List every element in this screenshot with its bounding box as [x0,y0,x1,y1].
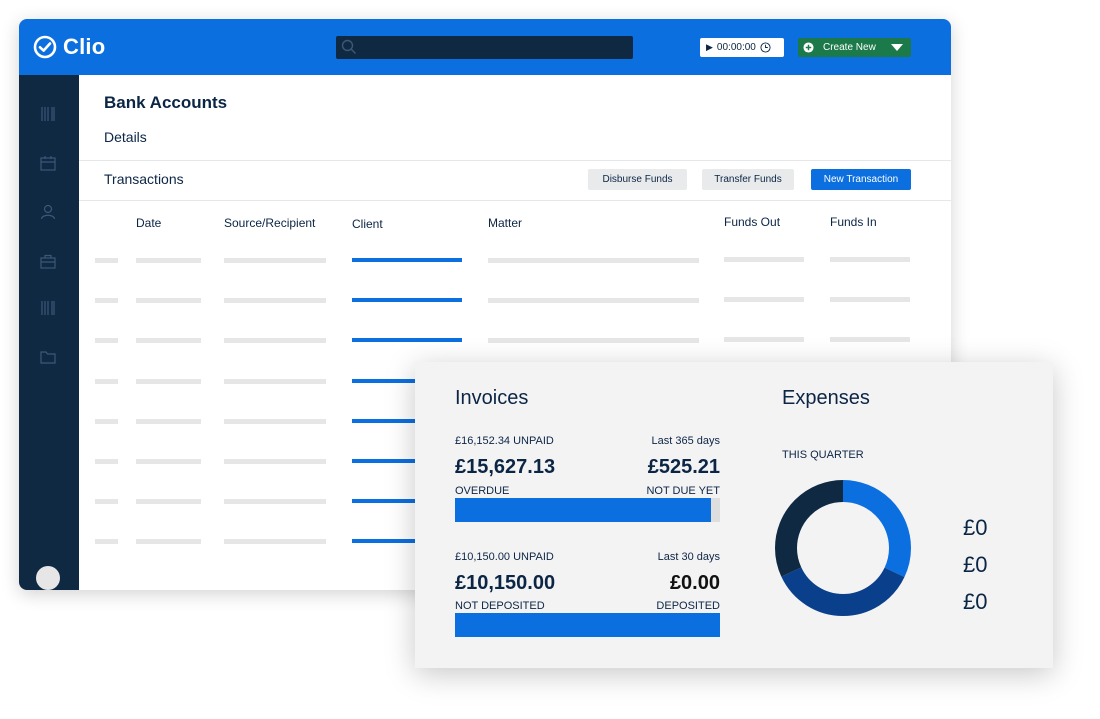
cell-placeholder [136,258,201,263]
cell-placeholder [95,298,118,304]
cell-placeholder [724,297,804,303]
not-deposited-label: NOT DEPOSITED [455,600,545,612]
calendar-icon[interactable] [39,154,57,172]
not-deposited-amount: £10,150.00 [455,572,556,594]
client-link-placeholder[interactable] [352,258,462,262]
sidebar-barcode-icon[interactable] [39,105,57,123]
cell-placeholder [95,539,118,545]
cell-placeholder [95,338,118,344]
cell-placeholder [224,418,326,424]
top-bar: Clio ▶ 00:00:00 Create New [19,19,951,75]
column-header-client[interactable]: Client [352,217,383,231]
column-header-funds-out[interactable]: Funds Out [724,215,780,229]
cell-placeholder [136,499,201,505]
cell-placeholder [136,418,201,424]
table-row[interactable] [19,337,951,344]
cell-placeholder [830,257,910,262]
table-row[interactable] [19,257,951,264]
cell-placeholder [488,298,699,304]
expense-value-1: £0 [963,515,988,540]
timer-widget[interactable]: ▶ 00:00:00 [700,38,784,57]
expense-value-3: £0 [963,589,988,614]
cell-placeholder [830,297,910,303]
cell-placeholder [136,378,201,384]
deposited-label: DEPOSITED [656,600,720,612]
column-header-date[interactable]: Date [136,216,161,230]
expenses-title: Expenses [782,387,870,409]
not-due-yet-label: NOT DUE YET [646,485,720,497]
divider [79,200,951,201]
plus-circle-icon [803,42,814,53]
invoices-range-30: Last 30 days [657,551,720,563]
caret-down-icon[interactable] [891,43,903,52]
search-icon [341,39,356,54]
cell-placeholder [95,258,118,263]
summary-card: Invoices £16,152.34 UNPAID Last 365 days… [415,362,1053,668]
brand-name: Clio [63,34,106,59]
cell-placeholder [488,338,699,344]
divider [79,160,951,161]
sidebar [19,75,79,590]
folder-icon[interactable] [39,348,57,366]
create-new-label: Create New [823,42,876,53]
cell-placeholder [224,499,326,505]
expenses-period: THIS QUARTER [782,449,864,461]
overdue-progress-fill [455,498,712,522]
page-title: Bank Accounts [104,93,228,112]
cell-placeholder [224,258,326,263]
tab-details[interactable]: Details [104,129,147,145]
play-icon[interactable]: ▶ [706,42,713,53]
cell-placeholder [224,378,326,384]
cell-placeholder [224,459,326,464]
disburse-funds-button[interactable]: Disburse Funds [588,169,687,190]
overdue-progress-bar [455,498,720,522]
cell-placeholder [830,337,910,343]
overdue-amount: £15,627.13 [455,456,556,478]
transfer-funds-button[interactable]: Transfer Funds [702,169,794,190]
overdue-label: OVERDUE [455,485,510,497]
table-row[interactable] [19,297,951,304]
cell-placeholder [136,539,201,545]
cell-placeholder [95,459,118,464]
not-due-yet-amount: £525.21 [647,456,720,478]
cell-placeholder [724,257,804,262]
timer-time: 00:00:00 [716,42,756,53]
tab-transactions[interactable]: Transactions [104,171,184,187]
deposit-progress-bar [455,613,720,637]
avatar[interactable] [36,566,60,590]
invoices-unpaid-30: £10,150.00 UNPAID [455,551,554,563]
column-header-funds-in[interactable]: Funds In [830,215,877,229]
deposit-progress-fill [455,613,720,637]
invoices-unpaid-365: £16,152.34 UNPAID [455,435,554,447]
cell-placeholder [95,378,118,384]
column-header-source-recipient[interactable]: Source/Recipient [224,216,315,230]
expenses-donut-chart [775,480,911,616]
cell-placeholder [95,499,118,505]
cell-placeholder [95,418,118,424]
cell-placeholder [136,338,201,344]
client-link-placeholder[interactable] [352,338,462,343]
deposited-amount: £0.00 [669,572,720,594]
new-transaction-button[interactable]: New Transaction [811,169,911,190]
cell-placeholder [136,459,201,464]
cell-placeholder [136,298,201,304]
cell-placeholder [224,298,326,304]
column-header-matter[interactable]: Matter [488,216,522,230]
clio-logo[interactable]: Clio [33,34,105,60]
expense-value-2: £0 [963,552,988,577]
cell-placeholder [224,338,326,344]
check-circle-icon [33,35,57,59]
cell-placeholder [724,337,804,343]
create-new-button[interactable]: Create New [798,38,911,57]
clock-icon [760,42,771,53]
search-input[interactable] [336,36,633,59]
client-link-placeholder[interactable] [352,298,462,303]
invoices-title: Invoices [455,387,529,409]
cell-placeholder [488,258,699,263]
cell-placeholder [224,539,326,545]
contacts-person-icon[interactable] [39,203,57,221]
invoices-range-365: Last 365 days [651,435,721,447]
